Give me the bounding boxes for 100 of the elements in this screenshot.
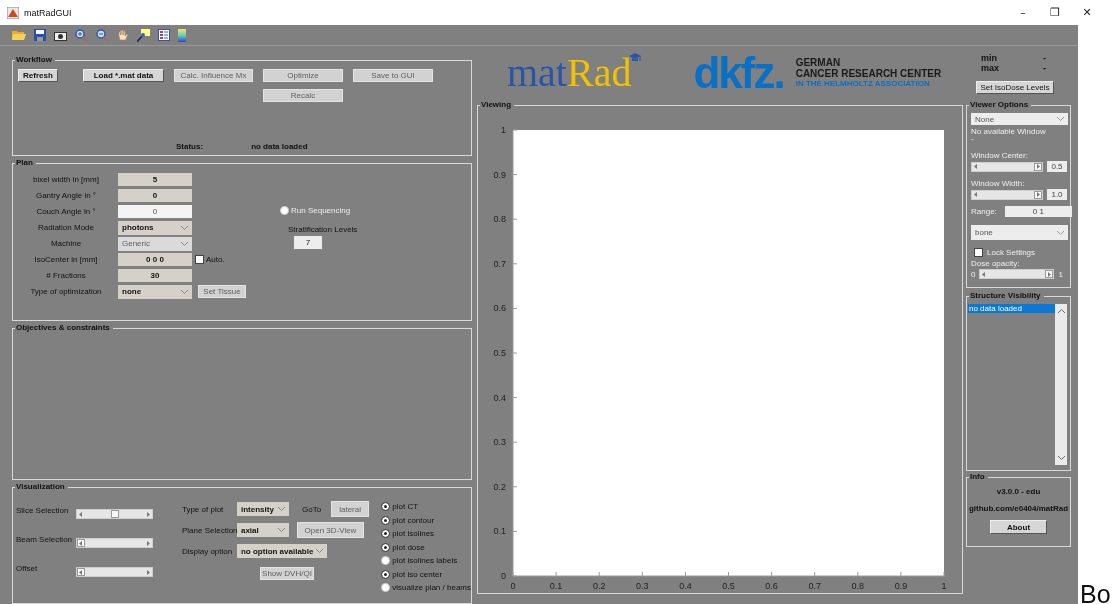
radio-label: plot isolines labels <box>392 556 458 566</box>
radio-button[interactable] <box>381 529 391 539</box>
save-icon[interactable] <box>34 29 46 41</box>
slider-thumb[interactable] <box>110 510 119 518</box>
radio-button[interactable] <box>381 515 391 525</box>
radio-label: plot dose <box>392 542 425 552</box>
legend-icon[interactable] <box>158 29 170 41</box>
input-field[interactable]: 7 <box>294 236 322 249</box>
pin-icon[interactable] <box>137 28 150 42</box>
field-label: Couch Angle in ° <box>35 207 97 216</box>
slider-label: Window Width: <box>971 179 1025 188</box>
field-label: Machine <box>49 239 83 248</box>
input-field[interactable]: 0 <box>118 189 192 202</box>
status-label: Status: <box>176 142 204 151</box>
radio-label: plot iso center <box>392 569 443 579</box>
dkfz-logo-text: dkfz. <box>693 52 784 93</box>
matrad-logo-text: matRad <box>507 52 632 93</box>
slider-label: Slice Selection <box>16 506 70 515</box>
input-field[interactable]: 5 <box>118 173 192 186</box>
stratification-label: Stratification Levels <box>288 225 358 234</box>
goto-label: GoTo <box>301 504 322 514</box>
tick-label: 0.7 <box>493 258 506 269</box>
set-isodose-button[interactable]: Set IsoDose Levels <box>976 81 1054 94</box>
window-preset-subtext: - <box>971 134 975 144</box>
chevron-icon <box>181 225 188 230</box>
field-label: IsoCenter in [mm] <box>33 255 99 264</box>
tick-label: 0.4 <box>679 581 692 591</box>
left-arrow-icon[interactable] <box>79 511 82 517</box>
tick-label: 0 <box>510 581 516 591</box>
checkbox[interactable] <box>195 255 204 264</box>
app-icon <box>7 6 19 19</box>
dose-range-label: max <box>981 63 1000 73</box>
zoom-in-icon[interactable] <box>75 28 88 42</box>
workflow-button[interactable]: Refresh <box>18 69 58 82</box>
zoom-out-icon[interactable] <box>96 28 109 42</box>
checkbox-label: Lock Settings <box>987 248 1036 257</box>
left-arrow-icon[interactable] <box>79 540 82 546</box>
dropdown[interactable]: none <box>118 284 192 299</box>
chevron-icon <box>277 528 285 532</box>
github-link[interactable]: github.com/e0404/matRad <box>968 504 1069 513</box>
window-preset-text: No available Window <box>971 127 1047 137</box>
slider-label: Offset <box>16 564 39 573</box>
close-button[interactable]: ✕ <box>1071 6 1103 19</box>
range-label: Range: <box>971 207 997 216</box>
right-arrow-icon[interactable] <box>147 511 150 517</box>
input-field[interactable]: 0 0 0 <box>118 253 192 266</box>
dose-range-value: - <box>1043 63 1046 73</box>
radio-button[interactable] <box>381 542 391 552</box>
list-item[interactable]: no data loaded <box>968 304 1055 313</box>
colorbar-icon[interactable] <box>178 28 186 42</box>
tick-label: 0.1 <box>493 526 506 537</box>
tick-label: 0.3 <box>636 581 649 591</box>
panel-title: Visualization <box>15 482 68 492</box>
dropdown[interactable]: intensity <box>236 502 289 516</box>
right-arrow-icon[interactable] <box>147 540 150 546</box>
field-label: Radiation Mode <box>36 223 95 232</box>
slider[interactable] <box>76 567 153 577</box>
field-label: bixel width in [mm] <box>32 175 100 184</box>
panel-title: Info <box>969 472 988 482</box>
tick-label: 0.8 <box>493 214 506 225</box>
left-arrow-icon[interactable] <box>79 569 82 575</box>
folder-icon[interactable] <box>12 29 26 41</box>
tick-label: 1 <box>501 125 506 135</box>
tick-label: 0.9 <box>493 169 506 180</box>
partial-text: Bo <box>1080 584 1111 604</box>
slider-label: Dose opacity: <box>971 259 1021 269</box>
slider-min-label: 0 <box>971 269 976 279</box>
radio-button[interactable] <box>381 569 391 579</box>
chevron-icon <box>277 507 285 511</box>
right-arrow-icon[interactable] <box>147 569 150 575</box>
about-button[interactable]: About <box>990 520 1047 534</box>
scrollbar[interactable] <box>1055 304 1067 465</box>
radio-button[interactable] <box>381 502 391 512</box>
panel-title: Plan <box>15 158 36 168</box>
tick-label: 0.8 <box>851 581 865 591</box>
dropdown[interactable]: axial <box>236 523 289 537</box>
hand-icon[interactable] <box>117 28 129 42</box>
graduation-cap-icon <box>629 52 642 63</box>
minimize-button[interactable]: – <box>1007 6 1039 19</box>
panel-title: Structure Visibility <box>969 291 1044 301</box>
radio-label: plot CT <box>392 502 419 512</box>
panel-title: Workflow <box>15 55 55 65</box>
workflow-button[interactable]: Load *.mat data <box>83 69 164 82</box>
dropdown[interactable]: no option available <box>236 544 327 558</box>
chevron-icon <box>1057 230 1064 235</box>
version-text: v3.0.0 - edu <box>996 487 1041 496</box>
window-title: matRadGUI <box>24 7 72 18</box>
slider[interactable] <box>76 538 153 548</box>
tick-label: 0.6 <box>765 581 778 591</box>
tick-label: 0.2 <box>592 581 606 591</box>
radio-label: Run Sequencing <box>291 206 351 215</box>
tick-label: 1 <box>941 581 947 591</box>
camera-icon[interactable] <box>54 29 67 41</box>
tick-label: 0.5 <box>493 348 506 358</box>
input-field[interactable]: 30 <box>118 269 192 282</box>
restore-button[interactable]: ❐ <box>1039 6 1071 19</box>
slider[interactable] <box>76 509 153 519</box>
dropdown[interactable]: photons <box>118 220 192 235</box>
slider-label: Beam Selection <box>16 535 74 544</box>
dose-range-label: min <box>981 53 998 63</box>
